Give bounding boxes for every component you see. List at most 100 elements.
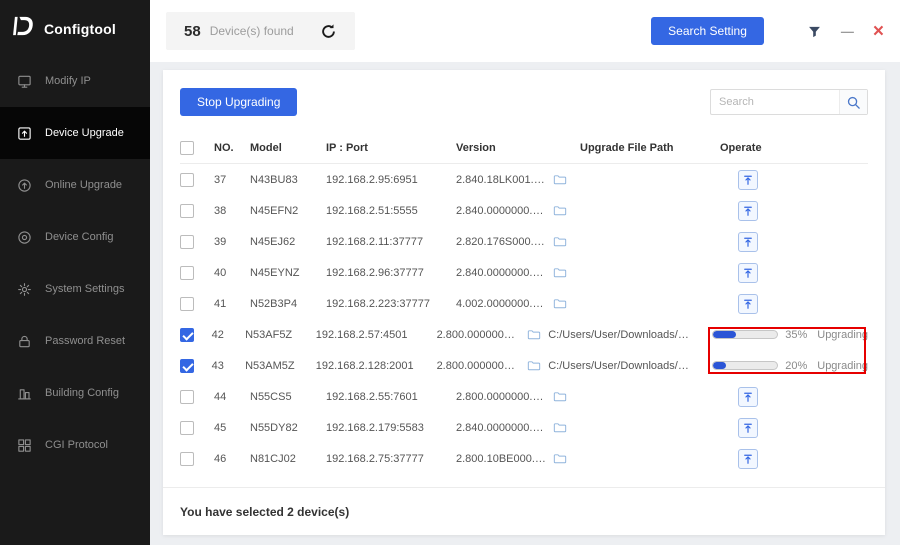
cell-operate	[720, 417, 868, 438]
system-settings-icon	[16, 282, 32, 297]
cell-no: 43	[211, 359, 224, 372]
sidebar-item-label: Device Upgrade	[45, 127, 124, 139]
browse-file-icon[interactable]	[552, 204, 568, 218]
sidebar-item-label: CGI Protocol	[45, 439, 108, 451]
row-checkbox[interactable]	[180, 265, 194, 280]
password-reset-icon	[16, 334, 32, 349]
upgrade-device-button[interactable]	[738, 386, 758, 407]
browse-file-icon[interactable]	[552, 452, 568, 466]
column-header-operate: Operate	[720, 141, 762, 154]
upgrade-device-button[interactable]	[738, 262, 758, 283]
row-checkbox[interactable]	[180, 420, 194, 435]
sidebar-item-cgi-protocol[interactable]: CGI Protocol	[0, 419, 150, 471]
browse-file-icon[interactable]	[552, 297, 568, 311]
upgrade-device-button[interactable]	[738, 448, 758, 469]
cell-operate	[720, 262, 868, 283]
search-setting-button[interactable]: Search Setting	[651, 17, 764, 45]
cgi-protocol-icon	[16, 438, 32, 453]
upgrade-status-label: Upgrading	[817, 328, 869, 341]
cell-version: 2.840.0000000.1...	[456, 421, 548, 434]
row-checkbox[interactable]	[180, 203, 194, 218]
cell-ip-port: 192.168.2.75:37777	[326, 452, 424, 465]
stop-upgrading-button[interactable]: Stop Upgrading	[180, 88, 298, 116]
card-toolbar: Stop Upgrading	[180, 88, 868, 116]
cell-version: 4.002.0000000.6.R	[456, 297, 550, 310]
sidebar-item-building-config[interactable]: Building Config	[0, 367, 150, 419]
minimize-button[interactable]: —	[841, 25, 854, 38]
cell-model: N81CJ02	[250, 452, 296, 465]
cell-ip-port: 192.168.2.128:2001	[315, 359, 414, 372]
search-icon[interactable]	[839, 90, 867, 114]
cell-version: 2.840.0000000.1...	[456, 266, 548, 279]
row-checkbox[interactable]	[180, 451, 194, 466]
sidebar-item-label: System Settings	[45, 283, 125, 295]
cell-ip-port: 192.168.2.179:5583	[326, 421, 424, 434]
sidebar-item-online-upgrade[interactable]: Online Upgrade	[0, 159, 150, 211]
sidebar-item-device-upgrade[interactable]: Device Upgrade	[0, 107, 150, 159]
search-box	[710, 89, 868, 115]
browse-file-icon[interactable]	[526, 359, 542, 373]
row-checkbox[interactable]	[180, 358, 194, 373]
column-header-no-: NO.	[214, 141, 234, 154]
sidebar-item-device-config[interactable]: Device Config	[0, 211, 150, 263]
row-checkbox[interactable]	[180, 389, 194, 404]
close-button[interactable]: ×	[873, 22, 884, 41]
top-bar: 58 Device(s) found Search Setting — ×	[150, 0, 900, 62]
upgrade-device-button[interactable]	[738, 417, 758, 438]
sidebar-item-modify-ip[interactable]: Modify IP	[0, 55, 150, 107]
cell-operate	[720, 231, 868, 252]
upgrade-progress-bar	[712, 330, 779, 339]
device-row-44: 44 N55CS5 192.168.2.55:7601 2.800.0000000.3…	[180, 381, 868, 412]
cell-version: 2.800.10BE000.0.R	[456, 452, 552, 465]
browse-file-icon[interactable]	[552, 390, 568, 404]
cell-file-path	[552, 421, 720, 435]
browse-file-icon[interactable]	[552, 266, 568, 280]
cell-ip-port: 192.168.2.95:6951	[326, 173, 418, 186]
online-upgrade-icon	[16, 178, 32, 193]
upgrade-device-button[interactable]	[738, 293, 758, 314]
cell-no: 40	[214, 266, 227, 279]
cell-ip-port: 192.168.2.55:7601	[326, 390, 418, 403]
upgrade-device-button[interactable]	[738, 200, 758, 221]
refresh-icon[interactable]	[320, 23, 337, 40]
upgrade-device-button[interactable]	[738, 169, 758, 190]
cell-version: 2.840.18LK001.0.R	[456, 173, 551, 186]
row-checkbox[interactable]	[180, 172, 194, 187]
row-checkbox[interactable]	[180, 234, 194, 249]
sidebar-item-system-settings[interactable]: System Settings	[0, 263, 150, 315]
cell-model: N45EJ62	[250, 235, 296, 248]
device-upgrade-icon	[16, 126, 32, 141]
sidebar-item-label: Device Config	[45, 231, 114, 243]
building-config-icon	[16, 386, 32, 401]
device-row-42: 42 N53AF5Z 192.168.2.57:4501 2.800.0000000.…	[180, 319, 868, 350]
cell-model: N43BU83	[250, 173, 298, 186]
cell-no: 39	[214, 235, 227, 248]
browse-file-icon[interactable]	[526, 328, 542, 342]
cell-operate	[720, 386, 868, 407]
row-checkbox[interactable]	[180, 327, 194, 342]
upgrade-device-button[interactable]	[738, 231, 758, 252]
device-table: 37 N43BU83 192.168.2.95:6951 2.840.18LK001.…	[180, 164, 868, 474]
row-checkbox[interactable]	[180, 296, 194, 311]
cell-version: 2.800.0000000.3...	[456, 390, 548, 403]
device-config-icon	[16, 230, 32, 245]
cell-version: 2.800.0000000.3...	[436, 328, 527, 341]
device-row-39: 39 N45EJ62 192.168.2.11:37777 2.820.176S000…	[180, 226, 868, 257]
filter-icon[interactable]	[807, 24, 822, 39]
select-all-checkbox[interactable]	[180, 140, 194, 155]
sidebar-item-label: Modify IP	[45, 75, 91, 87]
cell-model: N53AF5Z	[245, 328, 293, 341]
cell-operate	[720, 448, 868, 469]
app-title: Configtool	[44, 20, 116, 37]
browse-file-icon[interactable]	[552, 235, 568, 249]
browse-file-icon[interactable]	[552, 173, 568, 187]
browse-file-icon[interactable]	[552, 421, 568, 435]
cell-model: N55CS5	[250, 390, 292, 403]
cell-operate	[720, 169, 868, 190]
cell-ip-port: 192.168.2.11:37777	[326, 235, 424, 248]
cell-model: N53AM5Z	[245, 359, 295, 372]
search-input[interactable]	[711, 91, 839, 113]
cell-ip-port: 192.168.2.223:37777	[326, 297, 430, 310]
cell-file-path	[552, 204, 720, 218]
sidebar-item-password-reset[interactable]: Password Reset	[0, 315, 150, 367]
